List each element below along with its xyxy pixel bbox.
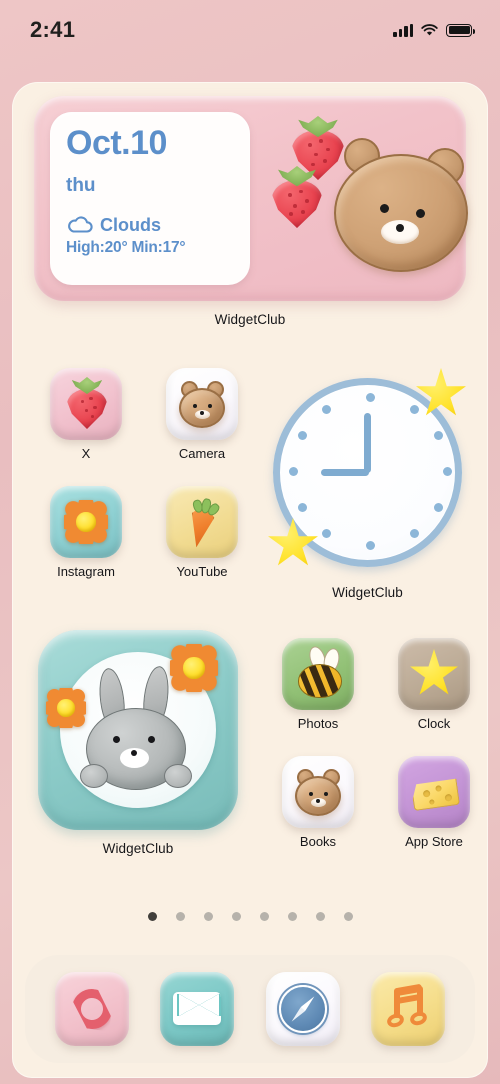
app-x[interactable]: X bbox=[44, 368, 128, 461]
widget-weather-surface[interactable]: Oct.10 thu Clouds High:20° Min:17° bbox=[34, 96, 468, 301]
app-label-camera: Camera bbox=[178, 446, 226, 461]
envelope-icon bbox=[173, 992, 222, 1025]
star-icon bbox=[410, 649, 458, 695]
dock-app-music[interactable] bbox=[371, 972, 446, 1046]
page-dot[interactable] bbox=[203, 912, 213, 921]
app-icon-x[interactable] bbox=[50, 368, 122, 440]
page-dot[interactable] bbox=[315, 912, 325, 921]
app-photos[interactable]: Photos bbox=[276, 638, 360, 731]
page-dot[interactable] bbox=[147, 912, 157, 921]
phone-handset-icon bbox=[69, 986, 114, 1031]
app-icon-photos[interactable] bbox=[282, 638, 354, 710]
strawberry-icon bbox=[67, 377, 107, 429]
widget-clock-face-wrap[interactable] bbox=[265, 368, 470, 575]
app-label-books: Books bbox=[299, 834, 337, 849]
page-dot[interactable] bbox=[231, 912, 241, 921]
app-icon-books[interactable] bbox=[282, 756, 354, 828]
status-bar-indicators bbox=[393, 23, 475, 37]
battery-full-icon bbox=[446, 23, 475, 37]
app-label-youtube: YouTube bbox=[176, 564, 228, 579]
weather-condition-row: Clouds bbox=[66, 215, 234, 234]
app-icon-youtube[interactable] bbox=[166, 486, 238, 558]
cloud-icon bbox=[68, 216, 93, 233]
status-bar-time: 2:41 bbox=[30, 17, 76, 42]
dock bbox=[25, 955, 475, 1063]
app-label-instagram: Instagram bbox=[57, 564, 115, 579]
clock-hour-hand bbox=[321, 469, 369, 476]
wifi-icon bbox=[421, 23, 438, 35]
app-camera[interactable]: Camera bbox=[160, 368, 244, 461]
page-dot[interactable] bbox=[287, 912, 297, 921]
app-label-clock: Clock bbox=[417, 716, 451, 731]
page-dot[interactable] bbox=[259, 912, 269, 921]
compass-icon bbox=[278, 985, 327, 1033]
app-icon-clock[interactable] bbox=[398, 638, 470, 710]
weather-card: Oct.10 thu Clouds High:20° Min:17° bbox=[50, 112, 250, 285]
cellular-signal-icon bbox=[393, 23, 413, 37]
widget-bunny-surface[interactable] bbox=[38, 630, 238, 830]
page-dot[interactable] bbox=[343, 912, 353, 921]
home-screen: Oct.10 thu Clouds High:20° Min:17° Widge… bbox=[12, 82, 488, 1078]
app-app-store[interactable]: App Store bbox=[392, 756, 476, 849]
weather-weekday: thu bbox=[66, 175, 96, 196]
music-note-icon bbox=[385, 983, 429, 1032]
page-indicator[interactable] bbox=[12, 912, 488, 921]
widget-clock-label: WidgetClub bbox=[332, 585, 403, 600]
app-instagram[interactable]: Instagram bbox=[44, 486, 128, 579]
strawberry-icon bbox=[272, 166, 322, 228]
app-youtube[interactable]: YouTube bbox=[160, 486, 244, 579]
flower-icon bbox=[46, 688, 86, 728]
weather-temperature: High:20° Min:17° bbox=[66, 239, 186, 256]
app-label-x: X bbox=[81, 446, 91, 461]
app-label-photos: Photos bbox=[297, 716, 339, 731]
page-dot[interactable] bbox=[175, 912, 185, 921]
dock-app-mail[interactable] bbox=[160, 972, 235, 1046]
cheese-icon bbox=[410, 773, 460, 811]
dock-app-phone[interactable] bbox=[54, 972, 129, 1046]
app-icon-instagram[interactable] bbox=[50, 486, 122, 558]
app-icon-camera[interactable] bbox=[166, 368, 238, 440]
app-icon-app-store[interactable] bbox=[398, 756, 470, 828]
dock-app-safari[interactable] bbox=[265, 972, 340, 1046]
status-bar: 2:41 bbox=[0, 0, 500, 60]
clock-minute-hand bbox=[364, 413, 371, 473]
app-clock[interactable]: Clock bbox=[392, 638, 476, 731]
app-label-app-store: App Store bbox=[405, 834, 463, 849]
flower-icon bbox=[170, 644, 218, 692]
weather-date: Oct.10 bbox=[66, 124, 167, 162]
flower-icon bbox=[64, 500, 108, 544]
weather-condition: Clouds bbox=[100, 214, 161, 235]
widget-weather-label: WidgetClub bbox=[214, 312, 286, 327]
carrot-icon bbox=[181, 495, 223, 551]
widget-bunny-label: WidgetClub bbox=[102, 841, 174, 856]
app-books[interactable]: Books bbox=[276, 756, 360, 849]
phone-frame: 2:41 Oct.10 thu Clouds High:20° Min:17° … bbox=[0, 0, 500, 1084]
